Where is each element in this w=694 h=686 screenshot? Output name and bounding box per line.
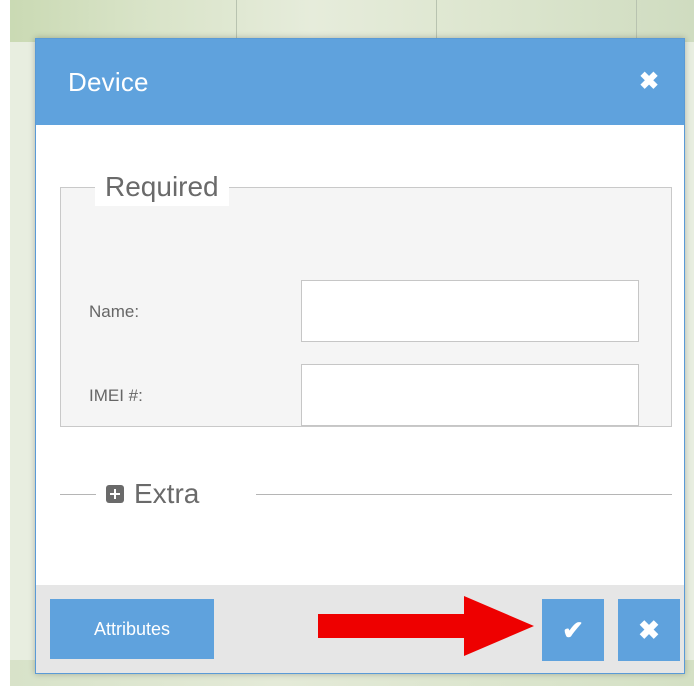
plus-square-icon[interactable] bbox=[106, 485, 124, 503]
confirm-button[interactable]: ✔ bbox=[542, 599, 604, 661]
close-icon: ✖ bbox=[638, 614, 660, 645]
name-label: Name: bbox=[89, 302, 140, 321]
right-arrow-icon bbox=[318, 596, 534, 656]
extra-fieldset: Extra bbox=[60, 477, 672, 511]
extra-toggle[interactable]: Extra bbox=[106, 477, 199, 511]
annotation-arrow-shape bbox=[318, 596, 534, 656]
map-road-line bbox=[236, 0, 237, 40]
name-input[interactable] bbox=[301, 280, 639, 342]
dialog-header[interactable]: Device ✖ bbox=[36, 39, 684, 125]
required-fieldset: Required Name: IMEI #: bbox=[60, 168, 672, 427]
map-tile-top bbox=[0, 0, 694, 42]
imei-label: IMEI #: bbox=[89, 386, 143, 405]
map-road-line bbox=[636, 0, 637, 40]
close-icon[interactable]: ✖ bbox=[636, 69, 662, 95]
cancel-button[interactable]: ✖ bbox=[618, 599, 680, 661]
attributes-button[interactable]: Attributes bbox=[50, 599, 214, 659]
map-left-margin bbox=[0, 0, 10, 686]
extra-legend: Extra bbox=[134, 478, 200, 509]
required-legend: Required bbox=[95, 168, 229, 206]
dialog-title: Device bbox=[68, 67, 149, 97]
extra-divider-left bbox=[60, 494, 96, 495]
map-road-line bbox=[436, 0, 437, 40]
device-dialog: Device ✖ Required Name: IMEI #: Extra At… bbox=[35, 38, 685, 674]
imei-input[interactable] bbox=[301, 364, 639, 426]
check-icon: ✔ bbox=[562, 614, 584, 645]
extra-divider-right bbox=[256, 494, 672, 495]
